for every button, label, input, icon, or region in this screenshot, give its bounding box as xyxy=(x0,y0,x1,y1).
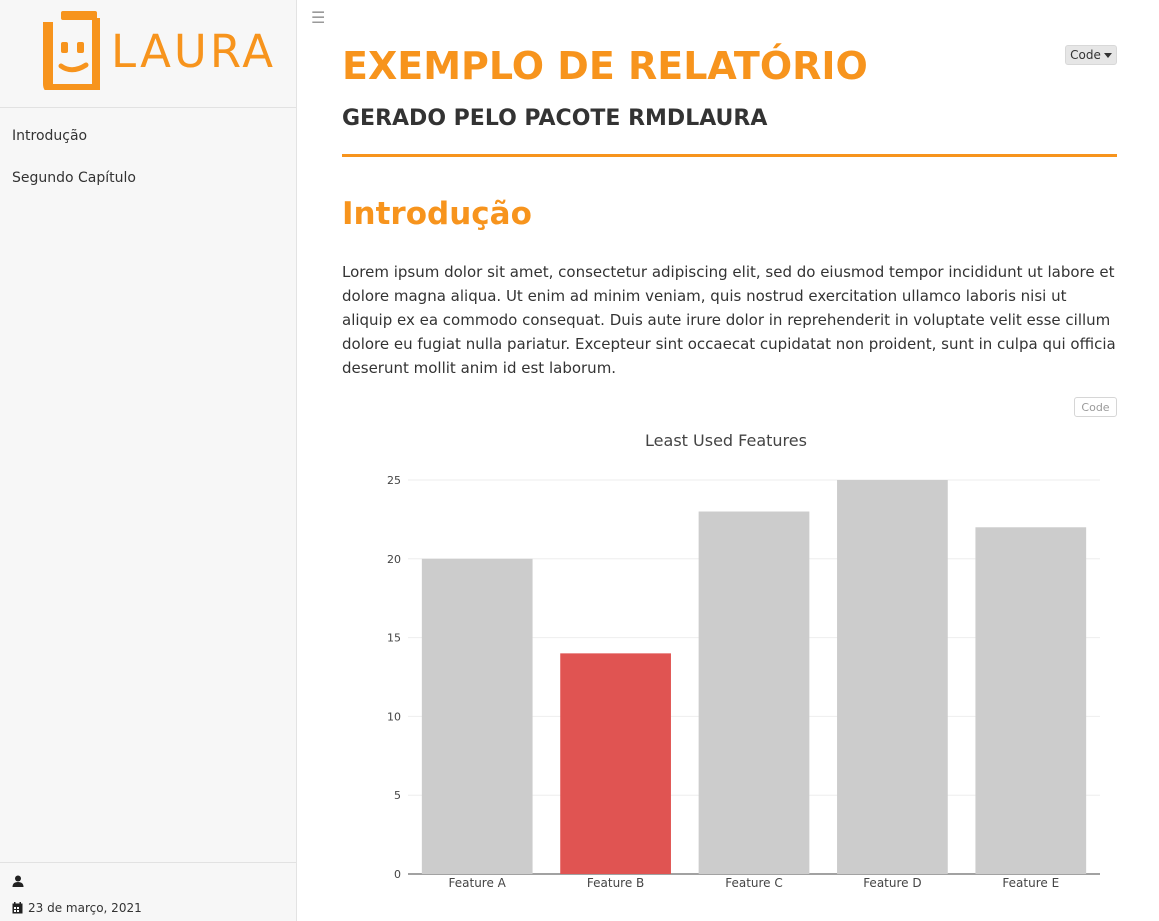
y-tick-label: 5 xyxy=(394,789,401,802)
code-toggle-button[interactable]: Code xyxy=(1074,397,1117,417)
section-heading: Introdução xyxy=(342,196,532,232)
report-date: 23 de março, 2021 xyxy=(28,901,142,915)
y-tick-label: 0 xyxy=(394,868,401,881)
author-line xyxy=(12,875,24,887)
page-subtitle: GERADO PELO PACOTE RMDLAURA xyxy=(342,106,768,131)
code-dropdown-button[interactable]: Code xyxy=(1065,45,1117,65)
hamburger-menu-icon[interactable]: ☰ xyxy=(311,8,325,27)
bar[interactable] xyxy=(560,653,671,874)
x-tick-label: Feature B xyxy=(587,876,644,890)
x-tick-label: Feature A xyxy=(449,876,507,890)
page-title: EXEMPLO DE RELATÓRIO xyxy=(342,44,868,88)
date-line: 23 de março, 2021 xyxy=(12,901,142,915)
x-tick-label: Feature D xyxy=(863,876,921,890)
y-tick-label: 10 xyxy=(387,710,401,723)
user-icon xyxy=(12,875,24,887)
y-tick-label: 20 xyxy=(387,553,401,566)
chart-x-axis: Feature A Feature B Feature C Feature D Feat… xyxy=(449,876,1060,890)
intro-paragraph: Lorem ipsum dolor sit amet, consectetur … xyxy=(342,263,1116,377)
sidebar-footer: 23 de março, 2021 xyxy=(0,862,296,921)
code-dropdown-label: Code xyxy=(1070,48,1101,62)
bar[interactable] xyxy=(975,527,1087,874)
calendar-icon xyxy=(12,902,23,914)
chart-title: Least Used Features xyxy=(645,431,807,450)
bar[interactable] xyxy=(837,480,948,874)
logo[interactable]: LAURA xyxy=(0,0,296,108)
logo-text: LAURA xyxy=(111,25,277,78)
x-tick-label: Feature C xyxy=(725,876,783,890)
caret-down-icon xyxy=(1103,52,1112,58)
title-divider xyxy=(342,154,1117,157)
bar-chart: Least Used Features 0 5 10 15 20 25 Feature A… xyxy=(387,431,1100,890)
x-tick-label: Feature E xyxy=(1002,876,1059,890)
bar[interactable] xyxy=(698,511,810,874)
sidebar-item-segundo-capitulo[interactable]: Segundo Capítulo xyxy=(12,170,136,186)
chart-bars xyxy=(421,480,1087,874)
sidebar-item-introducao[interactable]: Introdução xyxy=(12,128,87,144)
y-tick-label: 25 xyxy=(387,474,401,487)
y-tick-label: 15 xyxy=(387,632,401,645)
sidebar: LAURA Introdução Segundo Capítulo 23 de … xyxy=(0,0,297,921)
bar[interactable] xyxy=(421,558,533,874)
smiley-logo-icon xyxy=(43,11,100,90)
chart-y-axis: 0 5 10 15 20 25 xyxy=(387,474,401,881)
